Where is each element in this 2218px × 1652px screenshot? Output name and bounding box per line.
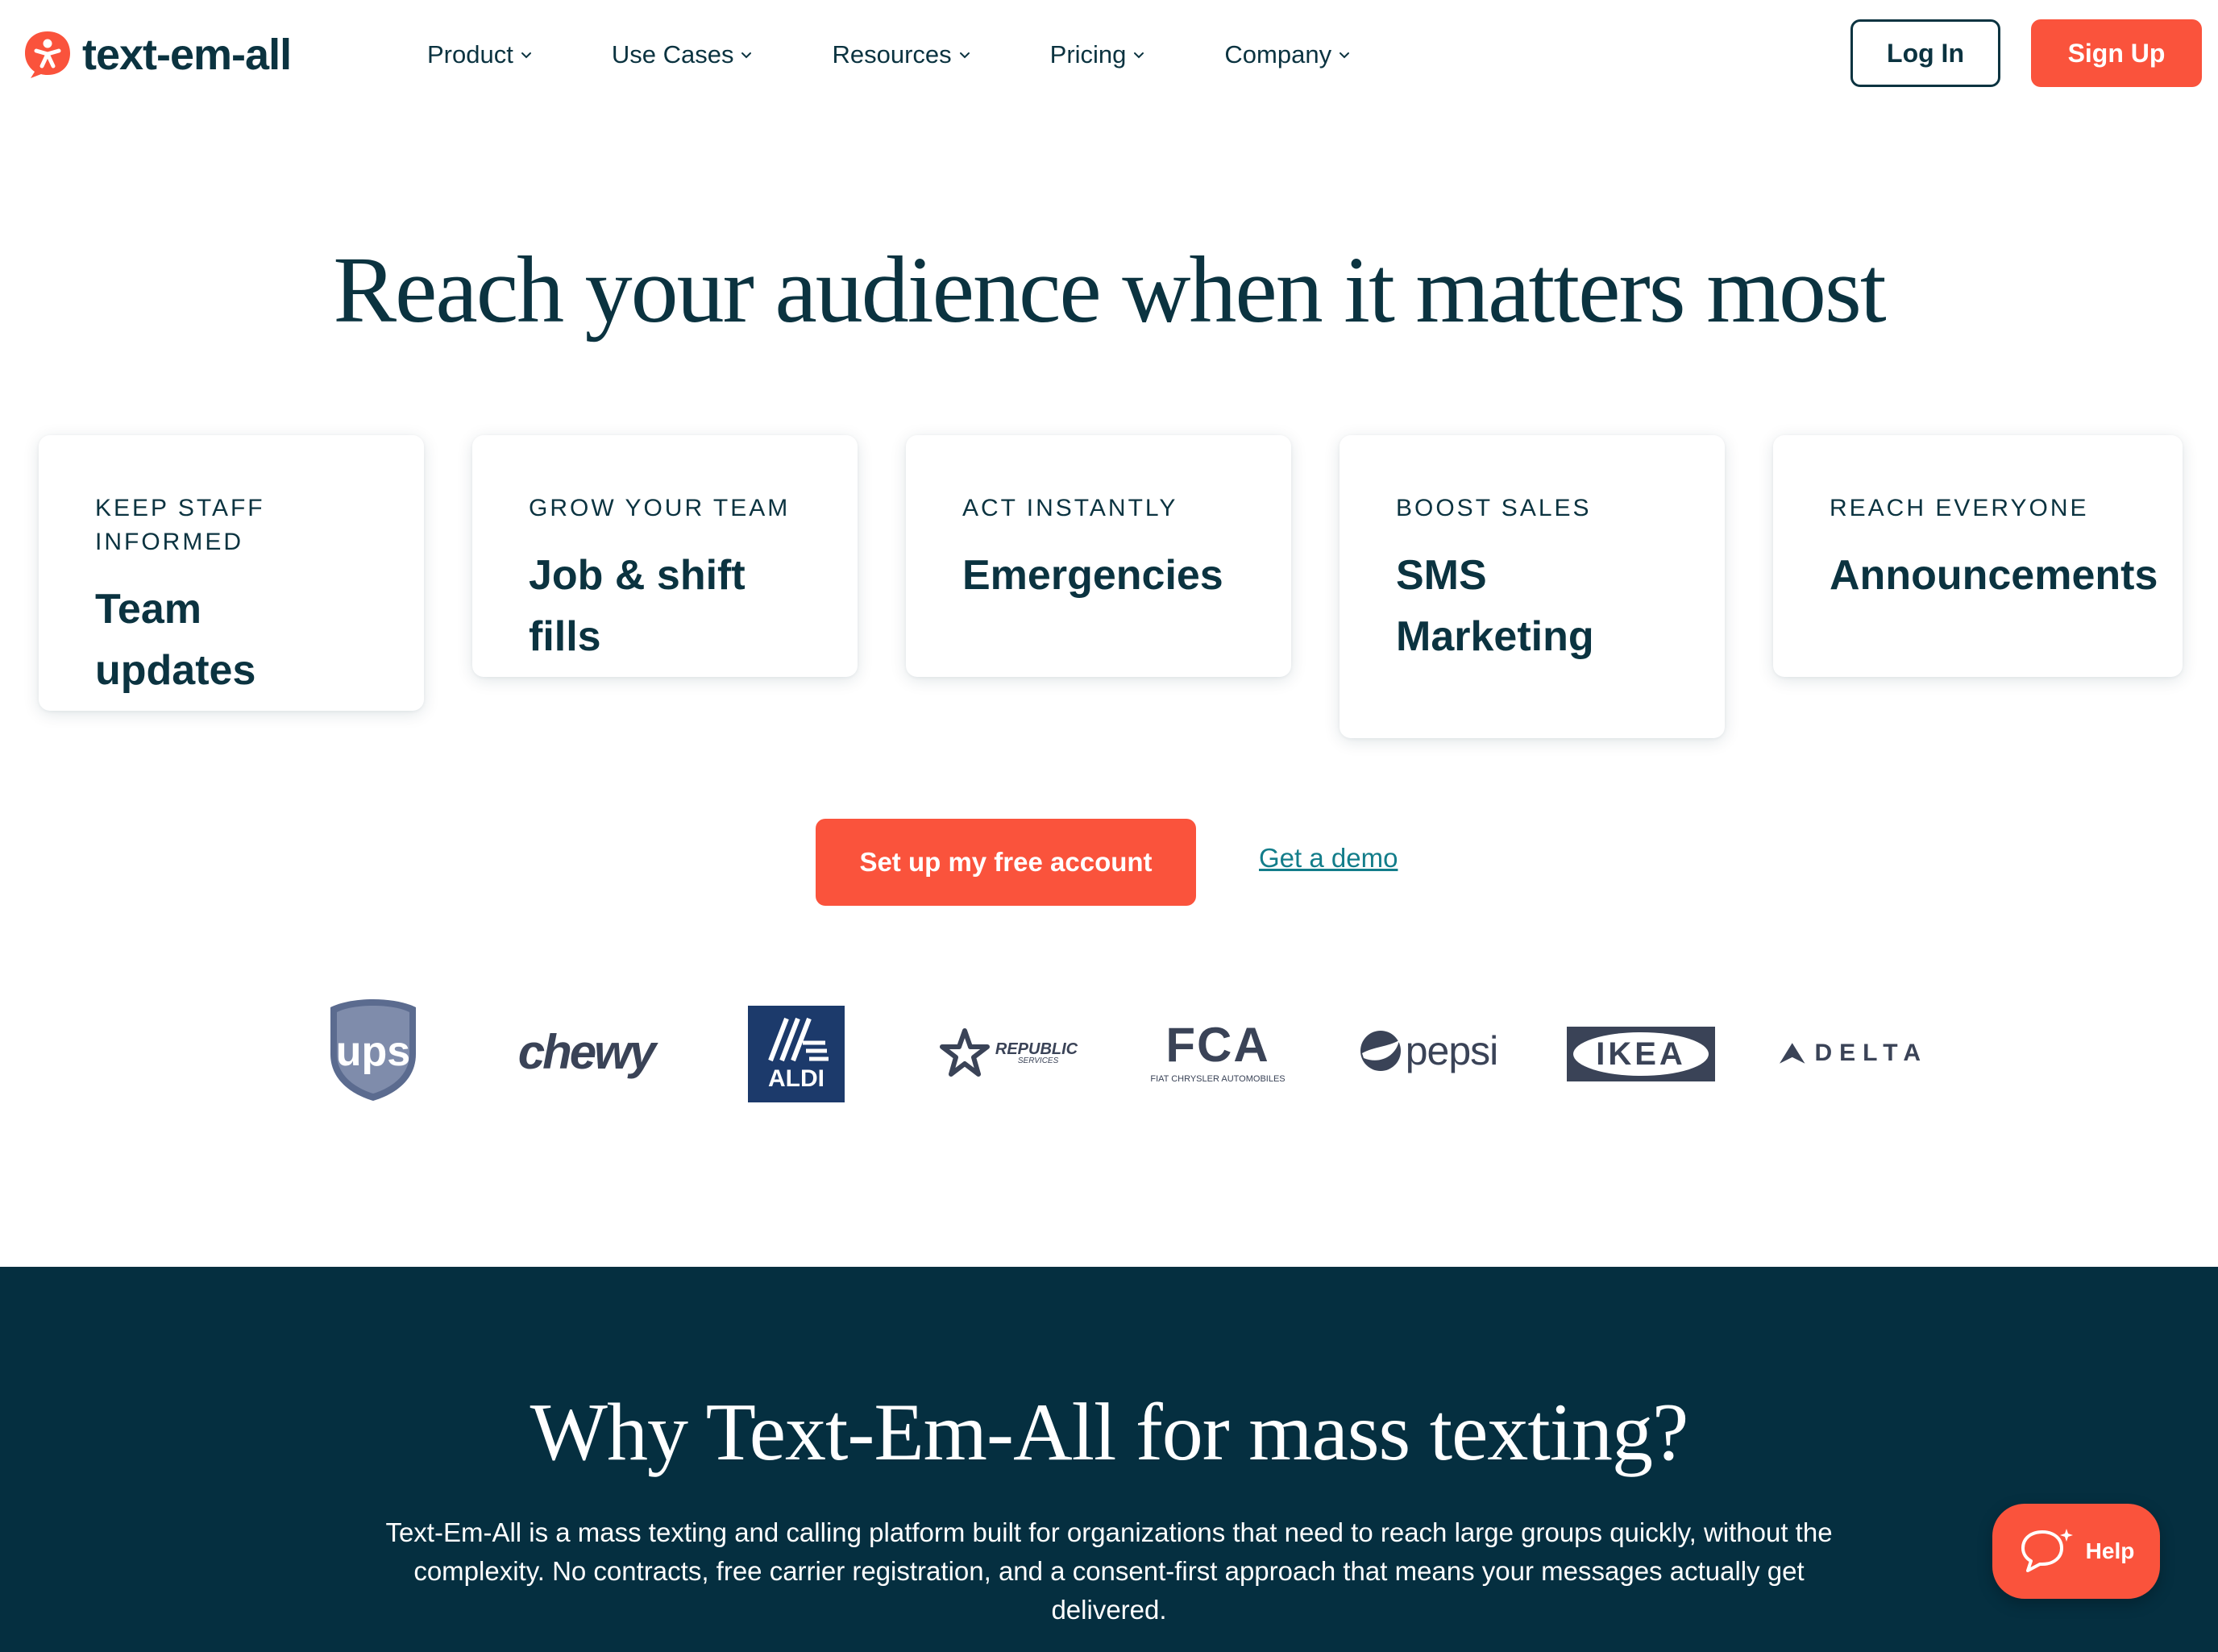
nav-item-product[interactable]: Product <box>427 40 533 69</box>
chevron-down-icon <box>1340 52 1350 59</box>
help-button[interactable]: Help <box>1992 1504 2160 1599</box>
card-title: Emergencies <box>962 552 1223 599</box>
setup-free-account-button[interactable]: Set up my free account <box>816 819 1196 906</box>
login-button[interactable]: Log In <box>1850 19 2000 87</box>
pepsi-logo: pepsi <box>1356 1025 1501 1077</box>
nav-item-use-cases[interactable]: Use Cases <box>612 40 754 69</box>
chevron-down-icon <box>741 52 752 59</box>
main-nav: Product Use Cases Resources Pricing Comp… <box>427 32 1351 77</box>
ups-logo: ups <box>327 996 419 1104</box>
customer-logos: ups chewy ALDI REPUBLIC SERVICES FCA FIA… <box>0 996 2218 1109</box>
chevron-down-icon <box>521 52 531 59</box>
get-demo-link[interactable]: Get a demo <box>1259 843 1398 874</box>
nav-item-label: Company <box>1224 40 1332 68</box>
site-header: text-em-all Product Use Cases Resources … <box>0 0 2218 113</box>
card-kicker: GROW YOUR TEAM <box>529 495 791 521</box>
fca-logo: FCA FIAT CHRYSLER AUTOMOBILES <box>1150 1018 1286 1085</box>
logo[interactable]: text-em-all <box>23 27 292 82</box>
nav-item-label: Product <box>427 40 513 68</box>
why-section: Why Text-Em-All for mass texting? Text-E… <box>0 1267 2218 1652</box>
use-case-card-job-shift-fills[interactable]: GROW YOUR TEAM Job & shift fills <box>472 435 858 677</box>
why-body: Text-Em-All is a mass texting and callin… <box>385 1517 1833 1625</box>
ikea-logo: IKEA <box>1567 1027 1715 1081</box>
text-em-all-logo-icon <box>25 31 70 78</box>
signup-button[interactable]: Sign Up <box>2031 19 2202 87</box>
card-title: SMS Marketing <box>1396 552 1594 660</box>
chevron-down-icon <box>1134 52 1144 59</box>
why-title: Why Text-Em-All for mass texting? <box>530 1387 1689 1478</box>
chevron-down-icon <box>959 52 970 59</box>
card-kicker: REACH EVERYONE <box>1830 495 2089 521</box>
use-case-card-emergencies[interactable]: ACT INSTANTLY Emergencies <box>906 435 1291 677</box>
use-case-card-team-updates[interactable]: KEEP STAFF INFORMED Team updates <box>39 435 424 711</box>
logo-text: text-em-all <box>82 31 292 79</box>
svg-text:ups: ups <box>336 1028 410 1075</box>
nav-item-label: Use Cases <box>611 40 734 68</box>
card-kicker: KEEP STAFF INFORMED <box>95 495 265 555</box>
nav-item-resources[interactable]: Resources <box>832 40 970 69</box>
nav-item-label: Pricing <box>1049 40 1127 68</box>
help-label: Help <box>2085 1538 2135 1563</box>
card-title: Team updates <box>95 586 256 694</box>
card-kicker: ACT INSTANTLY <box>962 495 1178 521</box>
aldi-logo: ALDI <box>748 1006 845 1102</box>
chat-bubble-icon <box>2021 1529 2073 1572</box>
card-title: Announcements <box>1830 552 2158 599</box>
card-kicker: BOOST SALES <box>1396 495 1592 521</box>
nav-item-label: Resources <box>832 40 952 68</box>
use-case-card-sms-marketing[interactable]: BOOST SALES SMS Marketing <box>1340 435 1725 738</box>
delta-logo: DELTA <box>1778 1035 1928 1072</box>
nav-item-company[interactable]: Company <box>1224 40 1351 69</box>
card-title: Job & shift fills <box>529 552 746 660</box>
hero-title: Reach your audience when it matters most <box>333 237 1886 342</box>
use-case-card-announcements[interactable]: REACH EVERYONE Announcements <box>1773 435 2183 677</box>
republic-services-logo: REPUBLIC SERVICES <box>932 1027 1085 1080</box>
nav-item-pricing[interactable]: Pricing <box>1050 40 1146 69</box>
chewy-logo: chewy <box>517 1024 656 1079</box>
